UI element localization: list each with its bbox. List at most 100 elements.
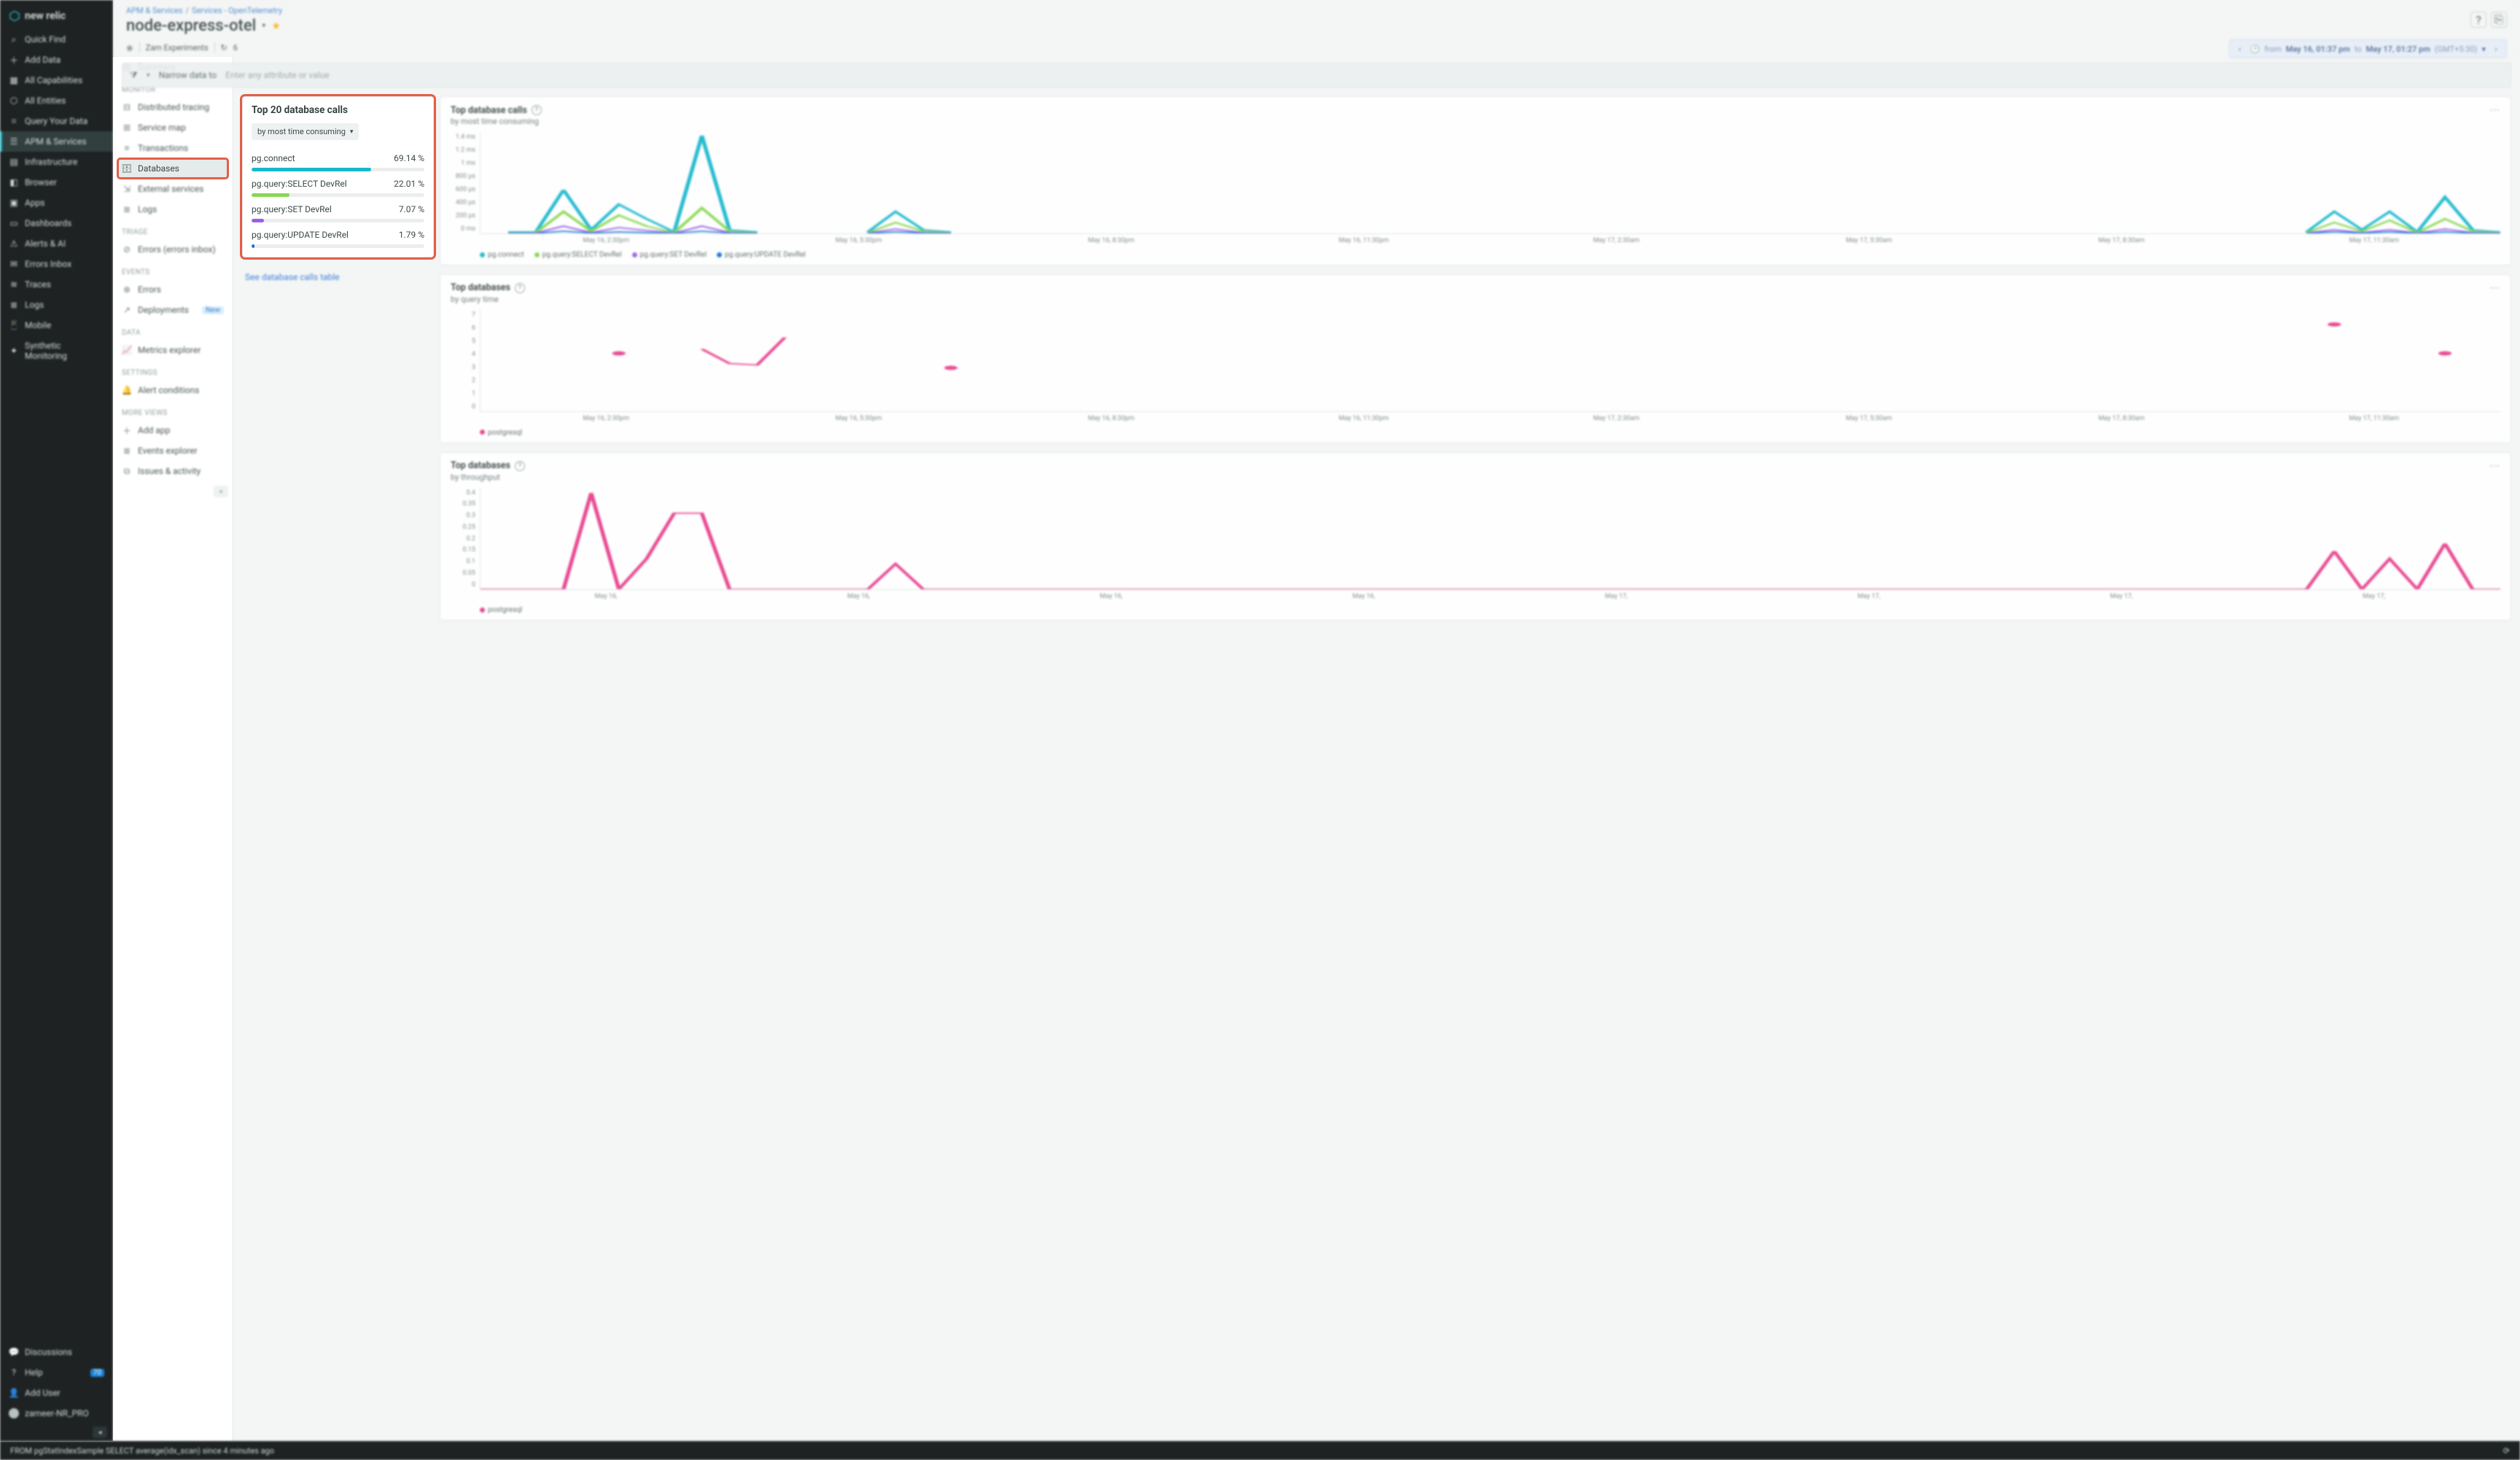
chart-title: Top database calls — [451, 105, 527, 116]
nav-discussions[interactable]: 💬Discussions — [0, 1342, 113, 1362]
nav-mobile[interactable]: 📱Mobile — [0, 315, 113, 335]
nav-apps[interactable]: ▣Apps — [0, 193, 113, 213]
traces-icon: ≋ — [9, 279, 19, 290]
chevron-down-icon[interactable]: ▾ — [147, 71, 150, 79]
nav-browser[interactable]: ◧Browser — [0, 172, 113, 193]
legend-item[interactable]: pg.connect — [480, 251, 524, 259]
timerange-prev-icon[interactable]: ‹ — [2234, 43, 2246, 55]
nav-help[interactable]: ?Help70 — [0, 1362, 113, 1383]
chart-card: Top databases ? ⋯ by throughput 0.40.350… — [440, 452, 2511, 621]
nav-distributed-tracing[interactable]: ⊟Distributed tracing — [113, 97, 233, 117]
chart-plot[interactable] — [480, 310, 2500, 412]
nav-add-user[interactable]: 👤Add User — [0, 1383, 113, 1403]
nav-traces[interactable]: ≋Traces — [0, 274, 113, 295]
metric-count: 6 — [233, 43, 238, 53]
timerange-next-icon[interactable]: › — [2490, 43, 2502, 55]
nav-quick-find[interactable]: ⌕Quick Find — [0, 29, 113, 50]
legend-item[interactable]: postgresql — [480, 429, 522, 437]
nav-add-data[interactable]: ＋Add Data — [0, 50, 113, 70]
db-call-row[interactable]: pg.query:UPDATE DevRel1.79 % — [252, 224, 424, 249]
nav-add-app[interactable]: ＋Add app — [113, 420, 233, 440]
help-icon[interactable]: ? — [515, 283, 525, 293]
time-range-picker[interactable]: ‹ 🕑 from May 16, 01:37 pm to May 17, 01:… — [2229, 39, 2507, 58]
legend-item[interactable]: pg.query:SET DevRel — [632, 251, 707, 259]
nav-issues-activity[interactable]: ⧉Issues & activity — [113, 461, 233, 481]
filter-input[interactable]: Enter any attribute or value — [225, 70, 330, 80]
nav-group-head: DATA — [113, 320, 233, 340]
db-call-row[interactable]: pg.query:SET DevRel7.07 % — [252, 198, 424, 224]
chart-menu-icon[interactable]: ⋯ — [2489, 104, 2500, 116]
nav-infrastructure[interactable]: ▤Infrastructure — [0, 152, 113, 172]
legend-item[interactable]: pg.query:SELECT DevRel — [534, 251, 622, 259]
legend-item[interactable]: postgresql — [480, 606, 522, 614]
page-title[interactable]: node-express-otel — [126, 17, 256, 35]
chevron-down-icon[interactable]: ▾ — [262, 22, 265, 30]
pct-bar — [252, 193, 424, 197]
nav-transactions[interactable]: ≡Transactions — [113, 138, 233, 158]
browser-icon: ◧ — [9, 177, 19, 187]
db-call-row[interactable]: pg.query:SELECT DevRel22.01 % — [252, 173, 424, 198]
y-axis: 76543210 — [451, 310, 480, 412]
legend-item[interactable]: pg.query:UPDATE DevRel — [717, 251, 806, 259]
chart-subtitle: by most time consuming — [451, 117, 2500, 126]
nav-service-map[interactable]: ⊞Service map — [113, 117, 233, 138]
console-action-icon[interactable]: ⟳ — [2503, 1446, 2510, 1456]
help-icon[interactable]: ? — [2470, 12, 2486, 28]
nrql-console[interactable]: FROM pgStatIndexSample SELECT average(id… — [0, 1441, 2520, 1460]
clock-icon: 🕑 — [2250, 44, 2260, 54]
db-call-pct: 7.07 % — [399, 204, 424, 214]
nav-errors[interactable]: ⊗Errors — [113, 279, 233, 300]
chart-plot[interactable] — [480, 132, 2500, 234]
help-icon: ? — [9, 1367, 19, 1378]
account-name[interactable]: Zam Experiments — [146, 43, 209, 53]
avatar-icon — [9, 1408, 19, 1418]
nav-deployments[interactable]: ↗DeploymentsNew — [113, 300, 233, 320]
nav-all-capabilities[interactable]: ▦All Capabilities — [0, 70, 113, 90]
collapse-primary-sidebar[interactable]: ◂ — [93, 1426, 107, 1438]
nav-external-services[interactable]: ⇲External services — [113, 179, 233, 199]
mobile-icon: 📱 — [9, 320, 19, 330]
nav-zameer-nr-pro[interactable]: zameer-NR_PRO — [0, 1403, 113, 1424]
sort-dropdown[interactable]: by most time consuming ▾ — [252, 123, 359, 140]
status-dot-icon: ◉ — [126, 43, 133, 53]
nav-errors-inbox[interactable]: ✉Errors Inbox — [0, 254, 113, 274]
nav-logs[interactable]: ≣Logs — [0, 295, 113, 315]
chart-menu-icon[interactable]: ⋯ — [2489, 460, 2500, 472]
nav-logs[interactable]: ≣Logs — [113, 199, 233, 220]
collapse-secondary-sidebar[interactable]: « — [214, 486, 228, 497]
link-icon[interactable]: ⎘ — [2491, 12, 2507, 28]
badge: 70 — [90, 1369, 104, 1377]
nav-query-your-data[interactable]: ⌗Query Your Data — [0, 111, 113, 131]
nav-alerts-ai[interactable]: ⚠Alerts & AI — [0, 233, 113, 254]
nav-synthetic-monitoring[interactable]: ✦Synthetic Monitoring — [0, 335, 113, 366]
nav-dashboards[interactable]: ▭Dashboards — [0, 213, 113, 233]
chevron-down-icon[interactable]: ▾ — [2481, 44, 2486, 54]
see-table-link[interactable]: See database calls table — [242, 265, 434, 290]
map-icon: ⊞ — [122, 123, 132, 133]
nav-errors-errors-inbox-[interactable]: ⊘Errors (errors inbox) — [113, 239, 233, 260]
issues-icon: ⧉ — [122, 466, 132, 476]
filter-bar[interactable]: ⧩ ▾ Narrow data to Enter any attribute o… — [122, 63, 2511, 88]
breadcrumb[interactable]: APM & Services/Services - OpenTelemetry — [126, 6, 2507, 15]
help-icon[interactable]: ? — [532, 105, 542, 115]
db-call-row[interactable]: pg.connect69.14 % — [252, 147, 424, 173]
nav-group-head: MORE VIEWS — [113, 400, 233, 420]
star-icon[interactable]: ★ — [271, 20, 281, 32]
nav-events-explorer[interactable]: ≣Events explorer — [113, 440, 233, 461]
nav-databases[interactable]: 🗄Databases — [117, 158, 228, 179]
logs-icon: ≣ — [9, 300, 19, 310]
logs-icon: ≣ — [122, 204, 132, 214]
nav-group-head: TRIAGE — [113, 220, 233, 239]
chart-plot[interactable] — [480, 488, 2500, 590]
help-icon[interactable]: ? — [515, 461, 525, 471]
funnel-icon[interactable]: ⧩ — [130, 70, 138, 81]
bell-icon: 🔔 — [122, 385, 132, 395]
brand-logo[interactable]: new relic — [0, 6, 113, 29]
metrics-icon: 📈 — [122, 345, 132, 355]
pct-bar — [252, 244, 424, 248]
nav-apm-services[interactable]: ☰APM & Services — [0, 131, 113, 152]
nav-all-entities[interactable]: ⬡All Entities — [0, 90, 113, 111]
nav-metrics-explorer[interactable]: 📈Metrics explorer — [113, 340, 233, 360]
chart-menu-icon[interactable]: ⋯ — [2489, 282, 2500, 294]
nav-alert-conditions[interactable]: 🔔Alert conditions — [113, 380, 233, 400]
